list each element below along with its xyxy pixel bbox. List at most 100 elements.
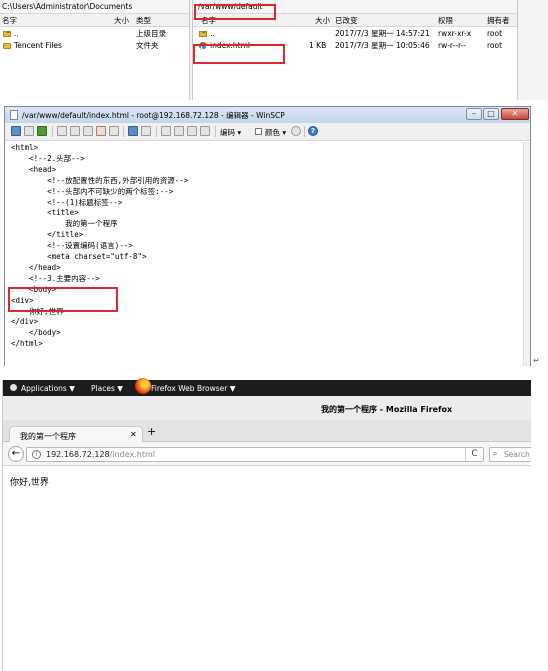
firefox-app-menu[interactable]: Firefox Web Browser ▼ bbox=[151, 384, 236, 393]
tab-title: 我的第一个程序 bbox=[20, 432, 76, 441]
file-rights: rw-r--r-- bbox=[438, 41, 466, 50]
url-bar[interactable]: i 192.168.72.128/index.html C bbox=[26, 447, 484, 462]
maximize-button[interactable]: □ bbox=[483, 108, 499, 120]
select-all-icon[interactable] bbox=[109, 126, 119, 136]
editor-titlebar[interactable]: /var/www/default/index.html - root@192.1… bbox=[5, 107, 530, 123]
save-icon[interactable] bbox=[11, 126, 21, 136]
paragraph-mark-icon: ↵ bbox=[533, 356, 540, 365]
search-input[interactable]: ⌕ Search bbox=[489, 447, 531, 462]
remote-col-size[interactable]: 大小 bbox=[315, 14, 330, 27]
undo-icon[interactable] bbox=[128, 126, 138, 136]
find-next-icon[interactable] bbox=[187, 126, 197, 136]
paste-icon[interactable] bbox=[83, 126, 93, 136]
tab-close-icon[interactable]: ✕ bbox=[130, 430, 137, 439]
file-size: 1 KB bbox=[309, 41, 327, 50]
document-icon bbox=[10, 110, 18, 120]
applications-icon bbox=[10, 384, 17, 391]
new-tab-button[interactable]: + bbox=[147, 426, 156, 438]
highlight-index-file bbox=[193, 44, 285, 64]
file-rights: rwxr-xr-x bbox=[438, 29, 472, 38]
highlight-remote-path bbox=[194, 4, 276, 20]
color-label: 颜色 bbox=[265, 128, 280, 137]
toolbar-separator bbox=[52, 126, 53, 137]
color-dropdown[interactable]: 颜色 ▾ bbox=[265, 127, 286, 138]
redo-icon[interactable] bbox=[141, 126, 151, 136]
close-button[interactable]: ✕ bbox=[501, 108, 529, 120]
goto-line-icon[interactable] bbox=[200, 126, 210, 136]
remote-row-parent[interactable]: .. 2017/7/3 星期一 14:57:21 rwxr-xr-x root bbox=[193, 28, 517, 40]
code-line: <!--2.头部--> bbox=[11, 153, 85, 163]
color-checkbox[interactable] bbox=[255, 128, 262, 135]
code-line: </body> bbox=[11, 328, 61, 338]
code-line: 我的第一个程序 bbox=[11, 219, 118, 229]
remote-col-rights[interactable]: 权限 bbox=[438, 14, 453, 27]
applications-menu[interactable]: Applications ▼ bbox=[21, 384, 75, 393]
gnome-top-bar: Applications ▼ Places ▼ Firefox Web Brow… bbox=[3, 378, 531, 396]
code-line: <!--(1)标题标签--> bbox=[11, 197, 123, 207]
back-button[interactable]: ← bbox=[8, 446, 24, 462]
window-title: 我的第一个程序 - Mozilla Firefox bbox=[321, 405, 453, 414]
code-line: <!--设置编码(语言)--> bbox=[11, 241, 133, 251]
local-row-tencent-files[interactable]: Tencent Files 文件夹 bbox=[0, 40, 189, 52]
save-all-icon[interactable] bbox=[24, 126, 34, 136]
file-type: 文件夹 bbox=[136, 41, 159, 50]
search-placeholder: Search bbox=[504, 450, 530, 459]
code-line: <!--3.主要内容--> bbox=[11, 273, 100, 283]
file-name: .. bbox=[14, 29, 19, 38]
toolbar-separator bbox=[215, 126, 216, 137]
code-line: </div> bbox=[11, 317, 39, 327]
settings-icon[interactable] bbox=[291, 126, 301, 136]
places-menu[interactable]: Places ▼ bbox=[91, 384, 123, 393]
code-line: <title> bbox=[11, 208, 79, 218]
local-path-bar[interactable]: C:\Users\Administrator\Documents bbox=[0, 0, 189, 14]
code-line: </head> bbox=[11, 262, 61, 272]
cut-icon[interactable] bbox=[70, 126, 80, 136]
editor-title: /var/www/default/index.html - root@192.1… bbox=[22, 111, 285, 120]
file-name: .. bbox=[210, 29, 215, 38]
url-host: 192.168.72.128 bbox=[46, 450, 110, 459]
code-line: <head> bbox=[11, 164, 57, 174]
info-icon[interactable]: i bbox=[32, 450, 41, 459]
file-owner: root bbox=[487, 29, 503, 38]
search-icon: ⌕ bbox=[493, 449, 498, 458]
highlight-div-block bbox=[8, 287, 118, 312]
code-line: <!--放配置性的东西,外部引用的资源--> bbox=[11, 175, 189, 185]
firefox-logo-icon bbox=[135, 378, 151, 394]
reload-icon[interactable] bbox=[37, 126, 47, 136]
encoding-dropdown[interactable]: 编码 ▾ bbox=[220, 127, 241, 138]
parent-folder-icon bbox=[199, 31, 207, 37]
local-row-parent[interactable]: .. 上级目录 bbox=[0, 28, 189, 40]
file-changed: 2017/7/3 星期一 10:05:46 bbox=[335, 41, 430, 50]
local-col-size[interactable]: 大小 bbox=[114, 14, 129, 27]
editor-toolbar: 编码 ▾ 颜色 ▾ ? bbox=[5, 123, 530, 141]
file-owner: root bbox=[487, 41, 503, 50]
copy-icon[interactable] bbox=[57, 126, 67, 136]
editor-text-area[interactable]: <html> <!--2.头部--> <head> <!--放配置性的东西,外部… bbox=[5, 142, 523, 366]
local-column-header: 名字 大小 类型 bbox=[0, 14, 189, 27]
local-col-name[interactable]: 名字 bbox=[2, 14, 17, 27]
help-icon[interactable]: ? bbox=[308, 126, 318, 136]
firefox-titlebar[interactable]: 我的第一个程序 - Mozilla Firefox bbox=[3, 396, 531, 420]
page-content-area: 你好,世界 bbox=[3, 467, 531, 671]
remote-col-owner[interactable]: 拥有者 bbox=[487, 14, 510, 27]
local-panel: C:\Users\Administrator\Documents 名字 大小 类… bbox=[0, 0, 190, 100]
page-body-text: 你好,世界 bbox=[10, 478, 49, 488]
toolbar-separator bbox=[156, 126, 157, 137]
toolbar-separator bbox=[123, 126, 124, 137]
replace-icon[interactable] bbox=[174, 126, 184, 136]
delete-icon[interactable] bbox=[96, 126, 106, 136]
file-name: Tencent Files bbox=[14, 41, 62, 50]
find-icon[interactable] bbox=[161, 126, 171, 136]
navigation-bar: ← i 192.168.72.128/index.html C ⌕ Search bbox=[3, 442, 531, 466]
code-line: </title> bbox=[11, 230, 84, 240]
parent-folder-icon bbox=[3, 31, 11, 37]
folder-icon bbox=[3, 43, 11, 49]
local-col-type[interactable]: 类型 bbox=[136, 14, 151, 27]
remote-col-changed[interactable]: 已改变 bbox=[335, 14, 358, 27]
reload-button[interactable]: C bbox=[465, 448, 483, 461]
tab-strip: 我的第一个程序 ✕ + bbox=[3, 420, 531, 442]
editor-scrollbar[interactable] bbox=[523, 142, 530, 366]
minimize-button[interactable]: – bbox=[466, 108, 482, 120]
tab-active[interactable]: 我的第一个程序 ✕ bbox=[9, 426, 143, 442]
winscp-editor-window: /var/www/default/index.html - root@192.1… bbox=[4, 106, 531, 366]
